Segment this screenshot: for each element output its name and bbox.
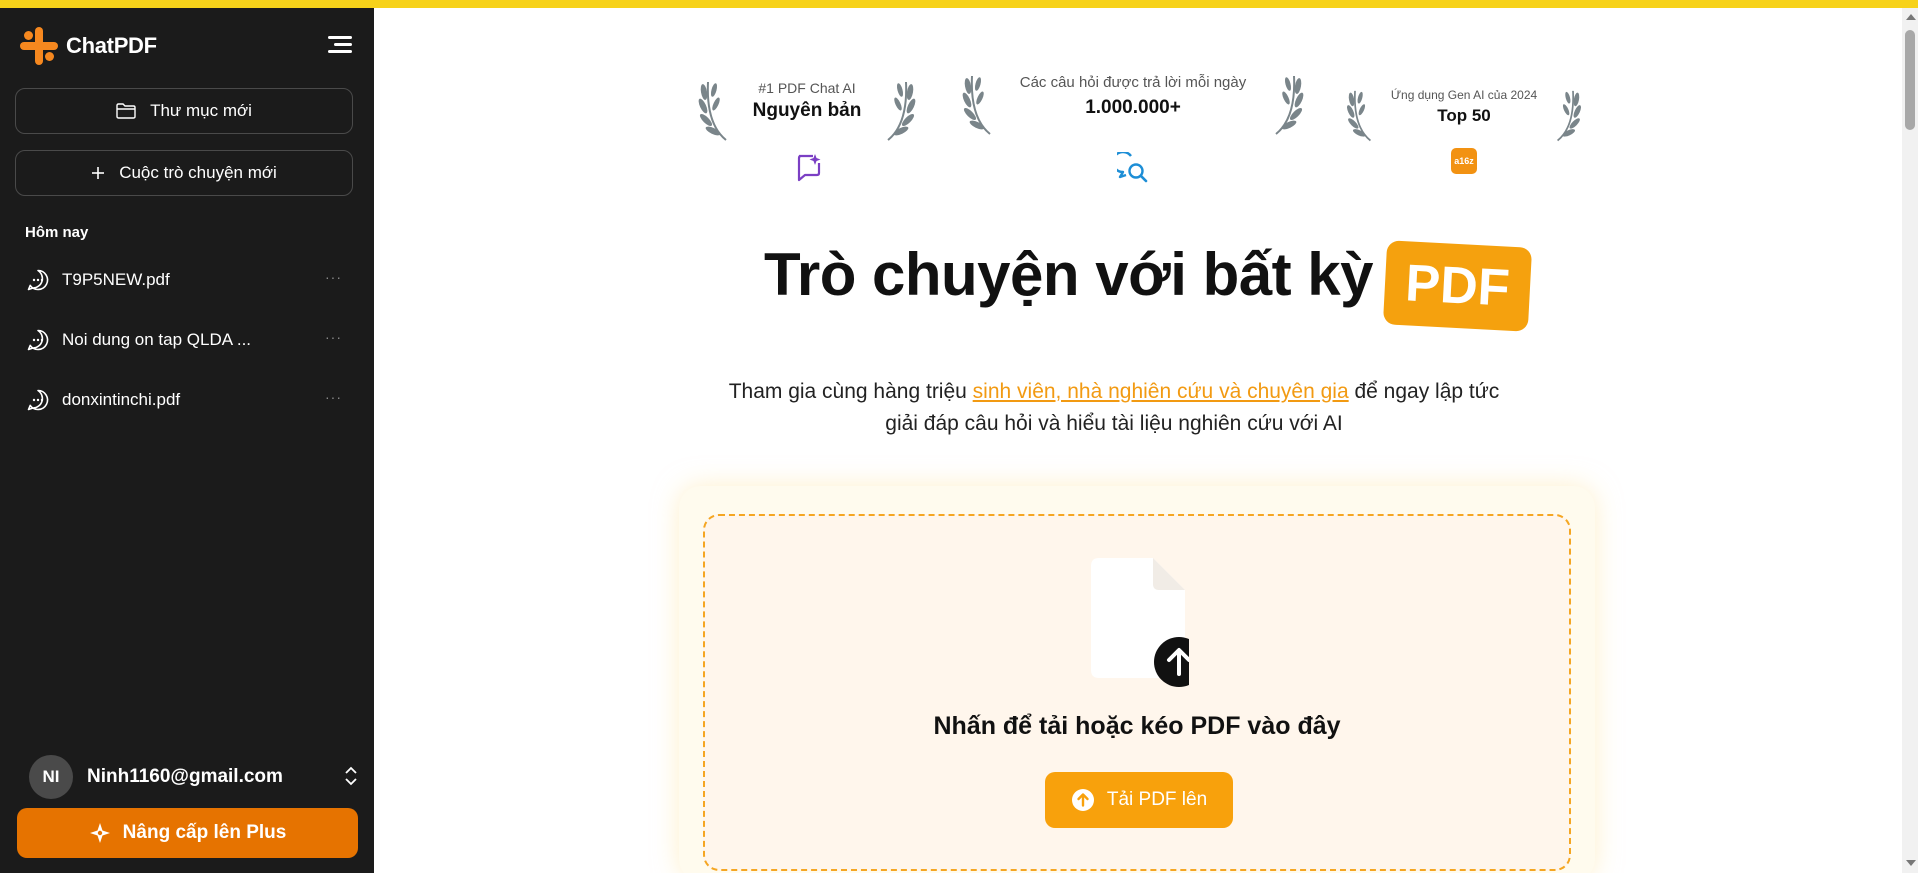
top-accent-bar [0,0,1918,8]
subtext-part: để ngay lập tức [1348,380,1500,403]
page-scrollbar[interactable] [1902,8,1918,873]
new-folder-button[interactable]: Thư mục mới [15,88,353,134]
brand-name: ChatPDF [66,33,157,58]
more-options-icon[interactable]: ··· [325,389,342,405]
a16z-logo-icon: a16z [1451,148,1477,174]
laurel-right-icon [887,81,916,141]
upload-arrow-icon [1071,788,1095,812]
brand[interactable]: ChatPDF [20,26,157,66]
sparkle-icon [89,822,111,844]
user-account-menu[interactable]: NI Ninh1160@gmail.com [29,754,359,800]
page-title: Trò chuyện với bất kỳ [764,241,1374,308]
search-chat-icon [1117,152,1148,183]
award-small-text: #1 PDF Chat AI [758,80,856,96]
drop-instructions: Nhấn để tải hoặc kéo PDF vào đây [933,712,1341,740]
laurel-left-icon [698,81,727,141]
subtext-part: Tham gia cùng hàng triệu [728,380,973,403]
more-options-icon[interactable]: ··· [325,329,342,345]
upgrade-plus-button[interactable]: Nâng cấp lên Plus [17,808,358,858]
chat-bubble-icon [26,388,50,412]
file-upload-icon [1091,558,1189,687]
hero-subtext: Tham gia cùng hàng triệu sinh viên, nhà … [714,376,1514,440]
laurel-right-icon [1557,90,1582,142]
more-options-icon[interactable]: ··· [325,269,342,285]
new-chat-label: Cuộc trò chuyện mới [119,163,277,182]
chat-item[interactable]: T9P5NEW.pdf ··· [14,258,360,302]
scroll-up-arrow-icon[interactable] [1906,14,1916,20]
section-today-label: Hôm nay [25,224,89,241]
new-chat-button[interactable]: Cuộc trò chuyện mới [15,150,353,196]
scrollbar-thumb[interactable] [1905,30,1915,130]
folder-icon [116,103,136,119]
award-big-text: Nguyên bản [752,100,862,121]
upload-card: Nhấn để tải hoặc kéo PDF vào đây Tải PDF… [679,486,1595,873]
audience-link[interactable]: sinh viên, nhà nghiên cứu và chuyên gia [973,380,1349,403]
award-big-text: 1.000.000+ [1085,97,1181,118]
subtext-line-2: giải đáp câu hỏi và hiểu tài liệu nghiên… [885,412,1343,435]
upgrade-label: Nâng cấp lên Plus [122,822,287,843]
chat-sparkle-icon [797,154,821,182]
plus-icon [91,166,105,180]
laurel-right-icon [1275,75,1304,135]
pdf-badge: PDF [1382,240,1533,332]
chevron-up-down-icon [343,765,359,792]
chat-bubble-icon [26,328,50,352]
chat-item-label: Noi dung on tap QLDA ... [62,330,252,349]
chat-item[interactable]: donxintinchi.pdf ··· [14,378,360,422]
chat-bubble-icon [26,268,50,292]
main-content: #1 PDF Chat AI Nguyên bản Các câu hỏi đư… [374,8,1898,873]
scroll-down-arrow-icon[interactable] [1906,860,1916,866]
new-folder-label: Thư mục mới [150,101,252,120]
upload-pdf-button[interactable]: Tải PDF lên [1045,772,1233,828]
award-small-text: Ứng dụng Gen AI của 2024 [1390,88,1538,102]
chat-item-label: donxintinchi.pdf [62,390,181,409]
chatpdf-logo-icon [20,27,58,65]
upload-button-label: Tải PDF lên [1106,789,1208,810]
avatar: NI [29,755,73,799]
pdf-drop-zone[interactable]: Nhấn để tải hoặc kéo PDF vào đây Tải PDF… [703,514,1571,871]
award-small-text: Các câu hỏi được trả lời mỗi ngày [1019,74,1247,91]
chat-item-label: T9P5NEW.pdf [62,270,170,289]
laurel-left-icon [1346,90,1371,142]
chat-item[interactable]: Noi dung on tap QLDA ... ··· [14,318,360,362]
user-email: Ninh1160@gmail.com [87,766,283,787]
laurel-left-icon [962,75,991,135]
award-big-text: Top 50 [1437,106,1491,125]
sidebar: ChatPDF Thư mục mới Cuộc trò chuyện mới … [0,8,374,873]
menu-lines-icon[interactable] [328,34,352,56]
